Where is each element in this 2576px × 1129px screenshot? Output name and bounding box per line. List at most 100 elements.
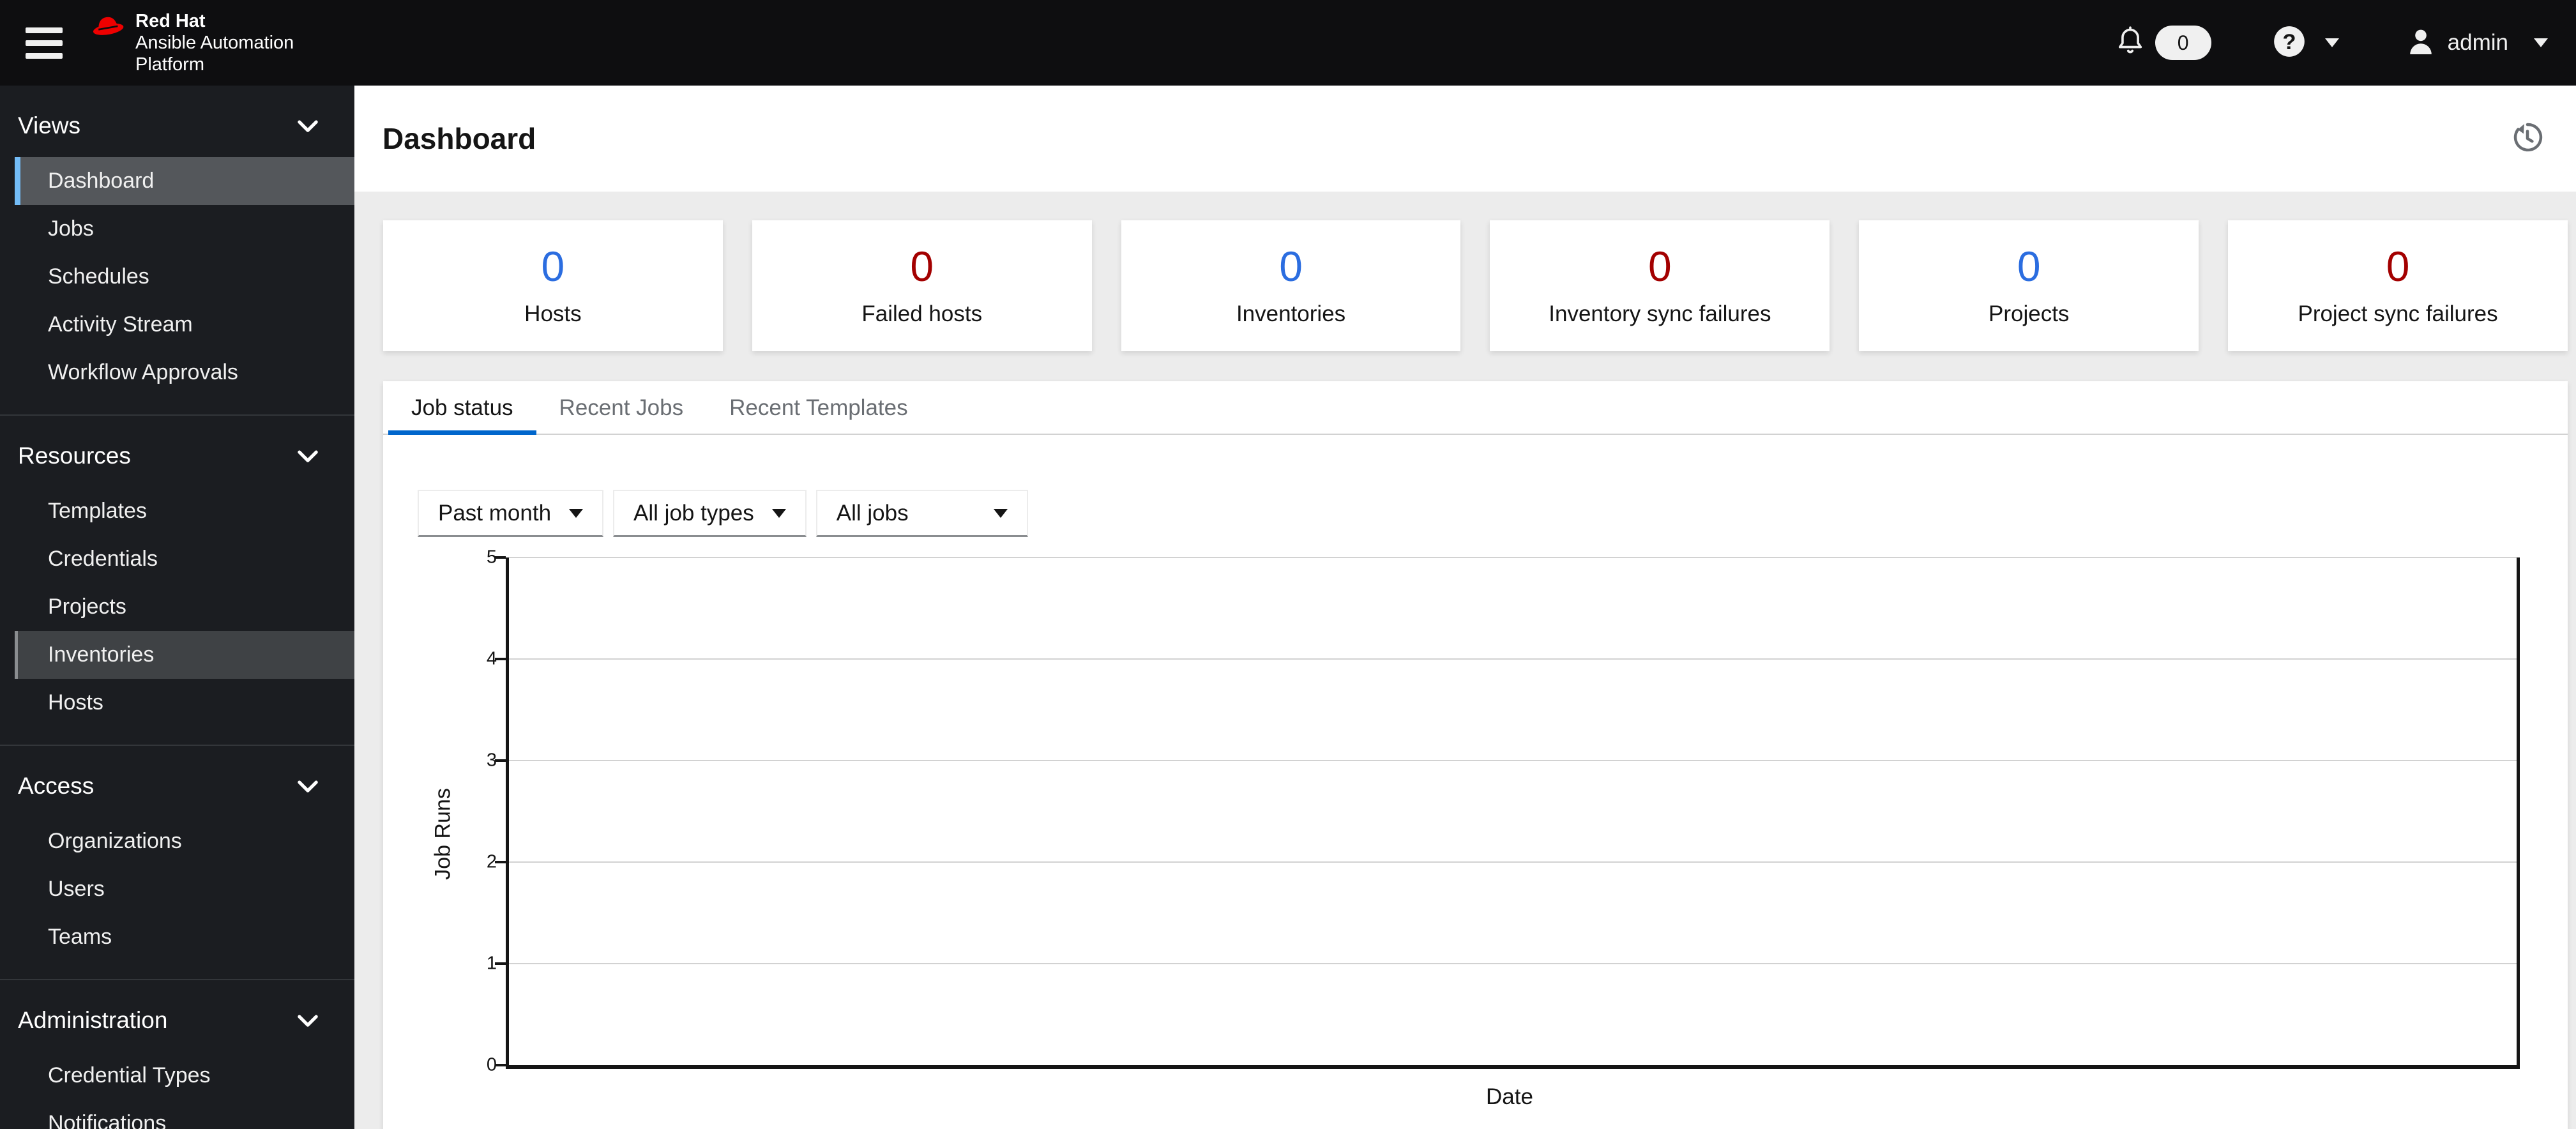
nav-item[interactable]: Jobs — [15, 205, 354, 253]
nav-section-header[interactable]: Access — [0, 762, 354, 810]
panel-tab[interactable]: Recent Jobs — [536, 381, 707, 434]
nav-item[interactable]: Inventories — [15, 631, 354, 679]
top-bar: Red Hat Ansible Automation Platform 0 ? — [0, 0, 2576, 86]
summary-card-value[interactable]: 0 — [1279, 245, 1303, 287]
nav-item[interactable]: Templates — [15, 487, 354, 535]
hamburger-menu-icon[interactable] — [26, 27, 63, 59]
summary-card: 0 Project sync failures — [2228, 220, 2568, 351]
filter-dropdown[interactable]: Past month — [418, 490, 604, 537]
summary-card-label: Inventory sync failures — [1549, 301, 1771, 326]
nav-item-label: Projects — [48, 595, 126, 619]
chart-tick-label: 4 — [486, 648, 497, 669]
dropdown-caret-icon — [569, 508, 584, 518]
nav-item[interactable]: Users — [15, 865, 354, 913]
summary-card-value[interactable]: 0 — [1648, 245, 1672, 287]
chart-gridline — [509, 963, 2517, 964]
panel-tab[interactable]: Recent Templates — [706, 381, 931, 434]
summary-card: 0 Projects — [1859, 220, 2199, 351]
nav-item-label: Workflow Approvals — [48, 360, 238, 384]
nav-item[interactable]: Projects — [15, 583, 354, 631]
history-icon[interactable] — [2511, 121, 2544, 157]
nav-item[interactable]: Credential Types — [15, 1052, 354, 1100]
main-area: Dashboard 0 Hosts 0 Failed hosts 0 Inven… — [354, 86, 2576, 1129]
nav-item-label: Schedules — [48, 264, 149, 289]
nav-item-label: Organizations — [48, 829, 182, 853]
chart-gridline — [509, 861, 2517, 863]
nav-item-label: Activity Stream — [48, 312, 193, 337]
summary-card-label: Project sync failures — [2298, 301, 2498, 326]
summary-cards-row: 0 Hosts 0 Failed hosts 0 Inventories 0 I… — [383, 220, 2568, 351]
chart-y-axis-label: Job Runs — [430, 787, 455, 880]
dropdown-caret-icon — [993, 508, 1008, 518]
nav-section-header[interactable]: Administration — [0, 997, 354, 1044]
chart-gridline — [509, 658, 2517, 660]
chart-plot-area: 5 4 3 2 1 0 — [487, 547, 2520, 1075]
summary-card-label: Hosts — [524, 301, 582, 326]
nav-item-label: Notifications — [48, 1111, 167, 1129]
filter-dropdown-value: All job types — [633, 500, 754, 526]
nav-item-label: Templates — [48, 499, 147, 523]
nav-item[interactable]: Organizations — [15, 817, 354, 865]
sidebar-nav: Views Dashboard Jobs Schedules Activity … — [0, 86, 354, 1129]
help-icon[interactable]: ? — [2273, 25, 2306, 61]
chart-tick-label: 5 — [486, 547, 497, 568]
filter-dropdown[interactable]: All jobs — [815, 490, 1028, 537]
chart-tick-label: 1 — [486, 953, 497, 974]
notifications-bell-icon[interactable] — [2116, 26, 2145, 61]
summary-card-value[interactable]: 0 — [542, 245, 565, 287]
chart-tick-label: 3 — [486, 750, 497, 771]
nav-item[interactable]: Activity Stream — [15, 301, 354, 349]
notifications-count-badge[interactable]: 0 — [2155, 26, 2211, 60]
chevron-down-icon — [297, 773, 319, 799]
filter-dropdown-value: Past month — [438, 500, 552, 526]
summary-card-value[interactable]: 0 — [2386, 245, 2410, 287]
nav-section: Views Dashboard Jobs Schedules Activity … — [0, 86, 354, 414]
redhat-hat-icon — [87, 11, 129, 45]
nav-item[interactable]: Schedules — [15, 253, 354, 301]
nav-item-label: Hosts — [48, 690, 103, 715]
redhat-aap-logo: Red Hat Ansible Automation Platform — [87, 10, 294, 75]
nav-section-label: Views — [18, 112, 81, 139]
page-header: Dashboard — [354, 86, 2576, 192]
dashboard-content: 0 Hosts 0 Failed hosts 0 Inventories 0 I… — [354, 192, 2576, 1129]
chevron-down-icon — [297, 112, 319, 139]
nav-item[interactable]: Teams — [15, 913, 354, 961]
user-name[interactable]: admin — [2448, 30, 2508, 56]
summary-card-value[interactable]: 0 — [2017, 245, 2041, 287]
nav-item-label: Dashboard — [48, 169, 155, 193]
summary-card-label: Failed hosts — [861, 301, 983, 326]
logo-brand-text: Red Hat — [135, 11, 206, 31]
nav-section-header[interactable]: Views — [0, 102, 354, 149]
panel-tab[interactable]: Job status — [388, 381, 536, 435]
nav-item[interactable]: Workflow Approvals — [15, 349, 354, 397]
dropdown-caret-icon — [771, 508, 786, 518]
nav-section-header[interactable]: Resources — [0, 432, 354, 480]
chart-x-axis-label: Date — [1486, 1084, 1533, 1109]
user-caret-down-icon[interactable] — [2534, 38, 2548, 47]
summary-card-label: Projects — [1989, 301, 2070, 326]
chart-tick-label: 0 — [486, 1054, 497, 1075]
panel-tabs: Job status Recent Jobs Recent Templates — [383, 381, 2568, 435]
summary-card-value[interactable]: 0 — [910, 245, 934, 287]
nav-section-label: Resources — [18, 443, 131, 469]
chart-gridline — [509, 760, 2517, 761]
summary-card: 0 Inventory sync failures — [1490, 220, 1830, 351]
nav-item[interactable]: Dashboard — [15, 157, 354, 205]
nav-item-label: Credential Types — [48, 1063, 211, 1087]
summary-card: 0 Inventories — [1121, 220, 1461, 351]
nav-section: Administration Credential Types Notifica… — [0, 979, 354, 1129]
job-status-panel: Job status Recent Jobs Recent Templates Pa… — [383, 381, 2568, 1129]
nav-item[interactable]: Credentials — [15, 535, 354, 583]
filter-dropdown[interactable]: All job types — [613, 490, 807, 537]
nav-item-label: Jobs — [48, 216, 94, 241]
chart-tick-label: 2 — [486, 851, 497, 872]
svg-text:?: ? — [2282, 29, 2296, 54]
nav-item[interactable]: Hosts — [15, 679, 354, 727]
nav-section: Resources Templates Credentials Projects… — [0, 414, 354, 745]
help-caret-down-icon[interactable] — [2324, 38, 2339, 47]
nav-item[interactable]: Notifications — [15, 1100, 354, 1129]
nav-item-label: Users — [48, 877, 105, 901]
nav-item-label: Credentials — [48, 547, 158, 571]
nav-section-label: Access — [18, 773, 95, 799]
nav-item-label: Inventories — [48, 642, 155, 667]
